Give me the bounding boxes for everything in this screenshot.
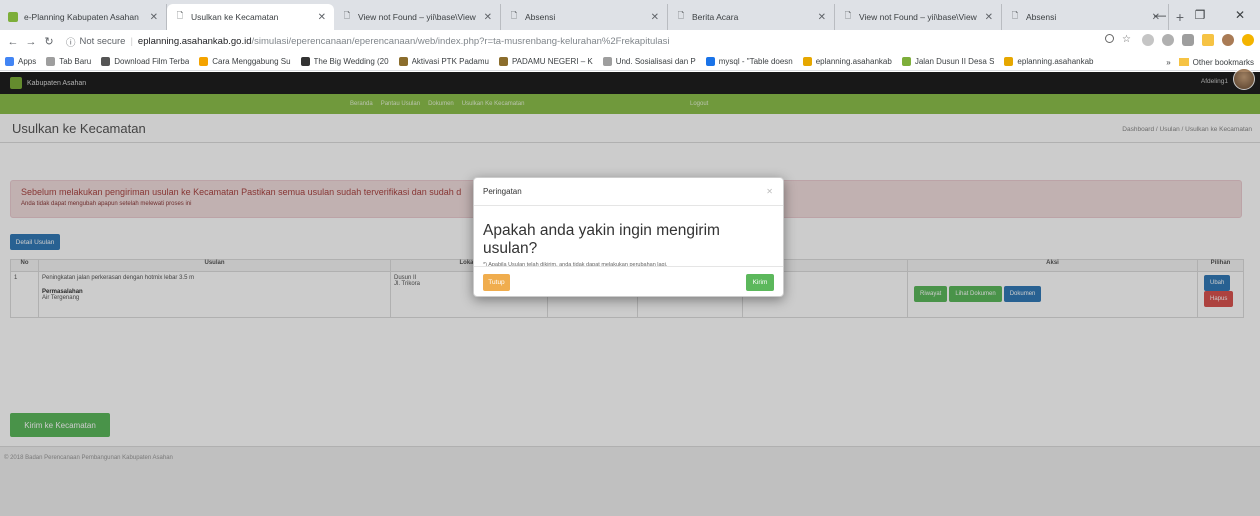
- extension-icon[interactable]: [1162, 34, 1174, 46]
- green-favicon-icon: [8, 12, 18, 22]
- page-icon: 🗋: [343, 11, 351, 20]
- bookmark-favicon-icon: [46, 57, 56, 66]
- bookmark-item[interactable]: The Big Wedding (20: [300, 57, 389, 66]
- bookmark-favicon-icon: [398, 57, 408, 66]
- tab-view-not-found-2[interactable]: 🗋 View not Found – yii\base\View ✕: [835, 4, 1002, 30]
- update-icon[interactable]: [1242, 34, 1254, 46]
- page-icon: 🗋: [677, 11, 685, 20]
- bookmark-item[interactable]: eplanning.asahankab: [802, 57, 892, 66]
- bookmarks-bar: Apps Tab Baru Download Film Terba Cara M…: [0, 53, 1260, 71]
- bookmark-item[interactable]: Jalan Dusun II Desa S: [901, 57, 994, 66]
- extension-icons: ☆: [1105, 34, 1254, 46]
- url-field[interactable]: ⓘ Not secure | eplanning.asahankab.go.id…: [66, 32, 1126, 51]
- profile-icon[interactable]: [1222, 34, 1234, 46]
- bookmark-apps[interactable]: Apps: [5, 57, 36, 66]
- bookmark-item[interactable]: PADAMU NEGERI – K: [498, 57, 593, 66]
- tutup-button[interactable]: Tutup: [483, 274, 510, 291]
- tab-usulkan[interactable]: 🗋 Usulkan ke Kecamatan ✕: [167, 4, 334, 30]
- bookmark-favicon-icon: [498, 57, 508, 66]
- window-controls: — ❐ ✕: [1140, 0, 1260, 30]
- apps-grid-icon: [5, 57, 14, 66]
- info-icon[interactable]: ⓘ: [66, 35, 76, 49]
- close-tab-icon[interactable]: ✕: [985, 12, 993, 23]
- bookmark-item[interactable]: Tab Baru: [46, 57, 91, 66]
- bookmark-item[interactable]: Aktivasi PTK Padamu: [398, 57, 489, 66]
- tab-strip: e-Planning Kabupaten Asahan ✕ 🗋 Usulkan ke…: [0, 0, 1260, 30]
- reload-icon[interactable]: ↻: [40, 35, 58, 48]
- security-label: Not secure: [79, 36, 126, 47]
- shield-icon[interactable]: [1182, 34, 1194, 46]
- url-path: /simulasi/eperencanaan/eperencanaan/web/…: [251, 36, 670, 47]
- url-host: eplanning.asahankab.go.id: [137, 36, 252, 47]
- close-tab-icon[interactable]: ✕: [318, 12, 326, 23]
- close-tab-icon[interactable]: ✕: [484, 12, 492, 23]
- modal-title: Peringatan: [483, 187, 522, 196]
- modal-header: Peringatan ✕: [474, 178, 783, 206]
- close-tab-icon[interactable]: ✕: [651, 12, 659, 23]
- close-window-icon[interactable]: ✕: [1220, 0, 1260, 30]
- modal-question: Apakah anda yakin ingin mengirim usulan?: [483, 222, 720, 257]
- bookmark-favicon-icon: [901, 57, 911, 66]
- folder-icon: [1178, 58, 1189, 66]
- tab-berita-acara[interactable]: 🗋 Berita Acara ✕: [668, 4, 835, 30]
- extension-icon[interactable]: [1142, 34, 1154, 46]
- close-icon[interactable]: ✕: [766, 187, 773, 196]
- bookmark-favicon-icon: [300, 57, 310, 66]
- close-tab-icon[interactable]: ✕: [818, 12, 826, 23]
- kirim-button[interactable]: Kirim: [746, 274, 774, 291]
- bookmark-favicon-icon: [602, 57, 612, 66]
- star-icon[interactable]: ☆: [1122, 34, 1134, 46]
- extension-icon[interactable]: [1202, 34, 1214, 46]
- bookmark-favicon-icon: [1004, 57, 1014, 66]
- back-icon[interactable]: ←: [4, 36, 22, 48]
- tab-view-not-found[interactable]: 🗋 View not Found – yii\base\View ✕: [334, 4, 501, 30]
- chevron-right-icon[interactable]: »: [1166, 58, 1170, 67]
- bookmark-favicon-icon: [199, 57, 209, 66]
- bookmark-favicon-icon: [101, 57, 111, 66]
- bookmark-favicon-icon: [705, 57, 715, 66]
- minimize-icon[interactable]: —: [1140, 0, 1180, 30]
- modal-footer: Tutup Kirim: [474, 266, 783, 297]
- bookmark-item[interactable]: Und. Sosialisasi dan P: [602, 57, 696, 66]
- modal-body: Apakah anda yakin ingin mengirim usulan?…: [474, 206, 783, 268]
- confirm-modal: Peringatan ✕ Apakah anda yakin ingin men…: [473, 177, 784, 297]
- page-icon: 🗋: [844, 11, 852, 20]
- close-tab-icon[interactable]: ✕: [150, 12, 158, 23]
- search-icon[interactable]: [1105, 34, 1114, 43]
- bookmark-item[interactable]: Download Film Terba: [101, 57, 189, 66]
- forward-icon[interactable]: →: [22, 36, 40, 48]
- page-icon: 🗋: [176, 11, 184, 20]
- bookmark-favicon-icon: [802, 57, 812, 66]
- bookmark-item[interactable]: eplanning.asahankab: [1004, 57, 1094, 66]
- bookmark-item[interactable]: mysql - "Table doesn: [705, 57, 793, 66]
- bookmark-item[interactable]: Cara Menggabung Su: [199, 57, 291, 66]
- page-icon: 🗋: [1011, 11, 1019, 20]
- address-bar-row: ← → ↻ ⓘ Not secure | eplanning.asahankab…: [0, 30, 1260, 53]
- tab-absensi[interactable]: 🗋 Absensi ✕: [501, 4, 668, 30]
- maximize-icon[interactable]: ❐: [1180, 0, 1220, 30]
- browser-window: e-Planning Kabupaten Asahan ✕ 🗋 Usulkan ke…: [0, 0, 1260, 516]
- tab-eplanning[interactable]: e-Planning Kabupaten Asahan ✕: [0, 4, 167, 30]
- page-icon: 🗋: [510, 11, 518, 20]
